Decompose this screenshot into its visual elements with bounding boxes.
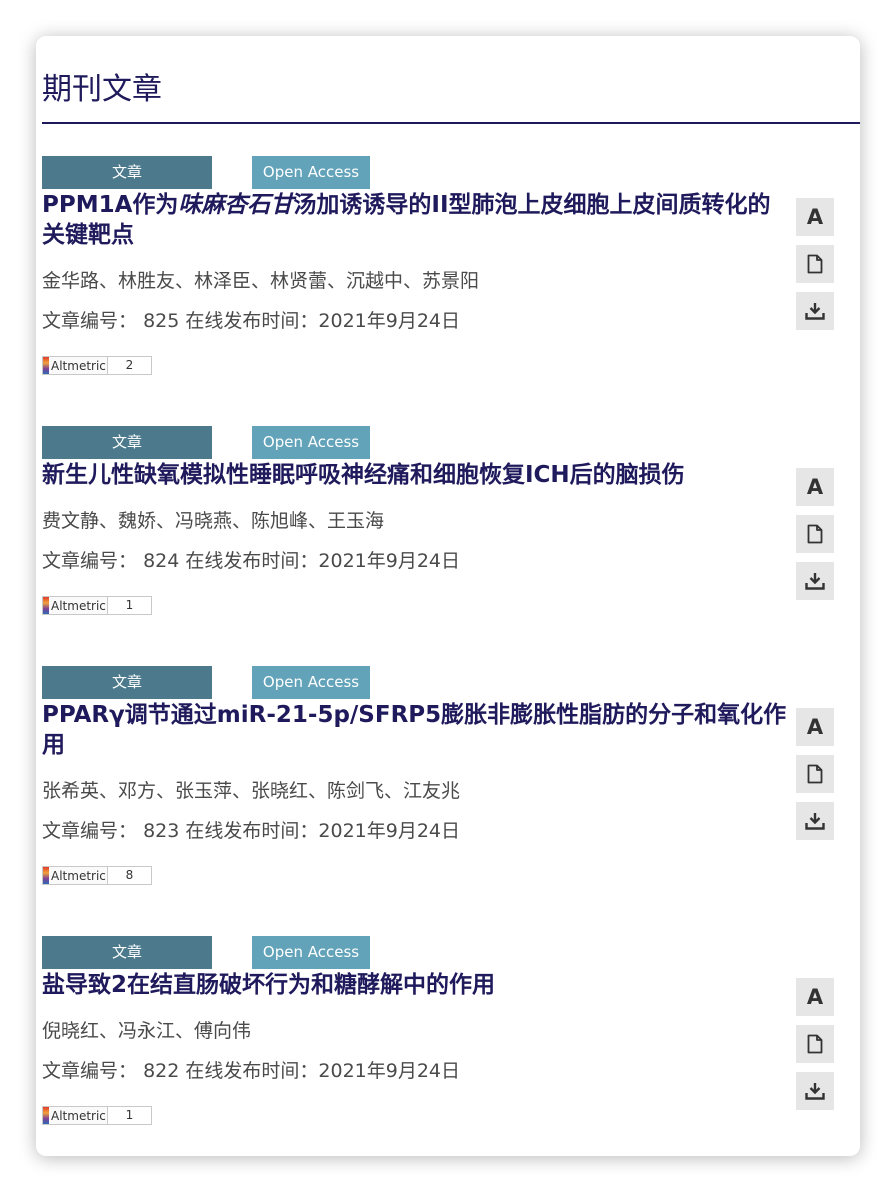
article-title-link[interactable]: 新生儿性缺氧模拟性睡眠呼吸神经痛和细胞恢复ICH后的脑损伤	[42, 460, 787, 490]
font-size-button[interactable]: A	[796, 198, 834, 236]
font-size-icon: A	[806, 715, 824, 739]
title-text: 新生儿性缺氧模拟性睡眠呼吸神经痛和细胞恢复ICH后的脑损伤	[42, 462, 685, 488]
article-type-badge: 文章	[42, 156, 212, 189]
download-icon	[805, 573, 825, 590]
altmetric-logo-text: Altmetric	[51, 358, 106, 373]
article-item: 文章 Open Access 盐导致2在结直肠破坏行为和糖酵解中的作用 倪晓红、…	[42, 936, 860, 1156]
pdf-button[interactable]	[796, 245, 834, 283]
published-date: 2021年9月24日	[318, 310, 461, 332]
article-number-label: 文章编号：	[42, 550, 138, 572]
article-tools: A	[796, 468, 834, 609]
altmetric-badge[interactable]: Altmetric 1	[42, 596, 156, 615]
article-authors: 倪晓红、冯永江、傅向伟	[42, 1020, 252, 1042]
article-authors: 费文静、魏娇、冯晓燕、陈旭峰、王玉海	[42, 510, 385, 532]
article-type-badge: 文章	[42, 666, 212, 699]
document-icon	[807, 524, 823, 544]
published-label: 在线发布时间：	[185, 550, 319, 572]
title-divider	[42, 122, 860, 124]
title-italic-text: 味麻杏石甘	[178, 192, 294, 218]
download-icon	[805, 303, 825, 320]
altmetric-donut-icon	[43, 357, 49, 374]
article-authors: 金华路、林胜友、林泽臣、林贤蕾、沉越中、苏景阳	[42, 270, 480, 292]
open-access-badge: Open Access	[252, 426, 370, 459]
document-icon	[807, 1034, 823, 1054]
font-size-icon: A	[806, 985, 824, 1009]
published-label: 在线发布时间：	[185, 820, 319, 842]
altmetric-logo-text: Altmetric	[51, 868, 106, 883]
download-button[interactable]	[796, 292, 834, 330]
altmetric-logo-text: Altmetric	[51, 1108, 106, 1123]
font-size-button[interactable]: A	[796, 468, 834, 506]
pdf-button[interactable]	[796, 755, 834, 793]
article-number-label: 文章编号：	[42, 820, 138, 842]
download-icon	[805, 813, 825, 830]
article-type-badge: 文章	[42, 426, 212, 459]
altmetric-logo-text: Altmetric	[51, 598, 106, 613]
journal-articles-card: 期刊文章 文章 Open Access PPM1A作为味麻杏石甘汤加诱诱导的II…	[36, 36, 860, 1156]
article-number: 825	[143, 310, 180, 332]
published-date: 2021年9月24日	[318, 550, 461, 572]
page-title: 期刊文章	[42, 72, 162, 108]
download-icon	[805, 1083, 825, 1100]
published-label: 在线发布时间：	[185, 1060, 319, 1082]
pdf-button[interactable]	[796, 515, 834, 553]
pdf-button[interactable]	[796, 1025, 834, 1063]
article-tools: A	[796, 198, 834, 339]
article-meta: 文章编号： 825 在线发布时间：2021年9月24日	[42, 308, 787, 334]
title-text: PPARγ调节通过miR-21-5p/SFRP5膨胀非膨胀性脂肪的分子和氧化作用	[42, 702, 787, 758]
article-title-link[interactable]: 盐导致2在结直肠破坏行为和糖酵解中的作用	[42, 970, 787, 1000]
open-access-badge: Open Access	[252, 666, 370, 699]
document-icon	[807, 254, 823, 274]
altmetric-badge[interactable]: Altmetric 1	[42, 1106, 156, 1125]
altmetric-donut-icon	[43, 597, 49, 614]
title-text: PPM1A作为	[42, 192, 179, 218]
download-button[interactable]	[796, 562, 834, 600]
article-authors: 张希英、邓方、张玉萍、张晓红、陈剑飞、江友兆	[42, 780, 461, 802]
article-number: 824	[143, 550, 180, 572]
article-title-link[interactable]: PPM1A作为味麻杏石甘汤加诱诱导的II型肺泡上皮细胞上皮间质转化的关键靶点	[42, 190, 787, 250]
published-date: 2021年9月24日	[318, 820, 461, 842]
download-button[interactable]	[796, 1072, 834, 1110]
article-number-label: 文章编号：	[42, 1060, 138, 1082]
altmetric-badge[interactable]: Altmetric 2	[42, 356, 156, 375]
font-size-icon: A	[806, 475, 824, 499]
altmetric-donut-icon	[43, 1107, 49, 1124]
published-date: 2021年9月24日	[318, 1060, 461, 1082]
article-meta: 文章编号： 823 在线发布时间：2021年9月24日	[42, 818, 787, 844]
altmetric-score: 1	[108, 1106, 152, 1125]
article-tools: A	[796, 708, 834, 849]
font-size-icon: A	[806, 205, 824, 229]
article-type-badge: 文章	[42, 936, 212, 969]
altmetric-logo: Altmetric	[42, 866, 108, 885]
altmetric-badge[interactable]: Altmetric 8	[42, 866, 156, 885]
open-access-badge: Open Access	[252, 156, 370, 189]
article-tools: A	[796, 978, 834, 1119]
altmetric-score: 1	[108, 596, 152, 615]
open-access-badge: Open Access	[252, 936, 370, 969]
altmetric-score: 8	[108, 866, 152, 885]
altmetric-donut-icon	[43, 867, 49, 884]
font-size-button[interactable]: A	[796, 978, 834, 1016]
altmetric-logo: Altmetric	[42, 596, 108, 615]
article-item: 文章 Open Access PPM1A作为味麻杏石甘汤加诱诱导的II型肺泡上皮…	[42, 156, 860, 396]
article-item: 文章 Open Access PPARγ调节通过miR-21-5p/SFRP5膨…	[42, 666, 860, 906]
font-size-button[interactable]: A	[796, 708, 834, 746]
article-number: 823	[143, 820, 180, 842]
article-number-label: 文章编号：	[42, 310, 138, 332]
article-meta: 文章编号： 824 在线发布时间：2021年9月24日	[42, 548, 787, 574]
article-number: 822	[143, 1060, 180, 1082]
altmetric-logo: Altmetric	[42, 1106, 108, 1125]
document-icon	[807, 764, 823, 784]
title-text: 盐导致2在结直肠破坏行为和糖酵解中的作用	[42, 972, 496, 998]
altmetric-logo: Altmetric	[42, 356, 108, 375]
article-meta: 文章编号： 822 在线发布时间：2021年9月24日	[42, 1058, 787, 1084]
article-item: 文章 Open Access 新生儿性缺氧模拟性睡眠呼吸神经痛和细胞恢复ICH后…	[42, 426, 860, 666]
article-title-link[interactable]: PPARγ调节通过miR-21-5p/SFRP5膨胀非膨胀性脂肪的分子和氧化作用	[42, 700, 787, 760]
download-button[interactable]	[796, 802, 834, 840]
published-label: 在线发布时间：	[185, 310, 319, 332]
altmetric-score: 2	[108, 356, 152, 375]
